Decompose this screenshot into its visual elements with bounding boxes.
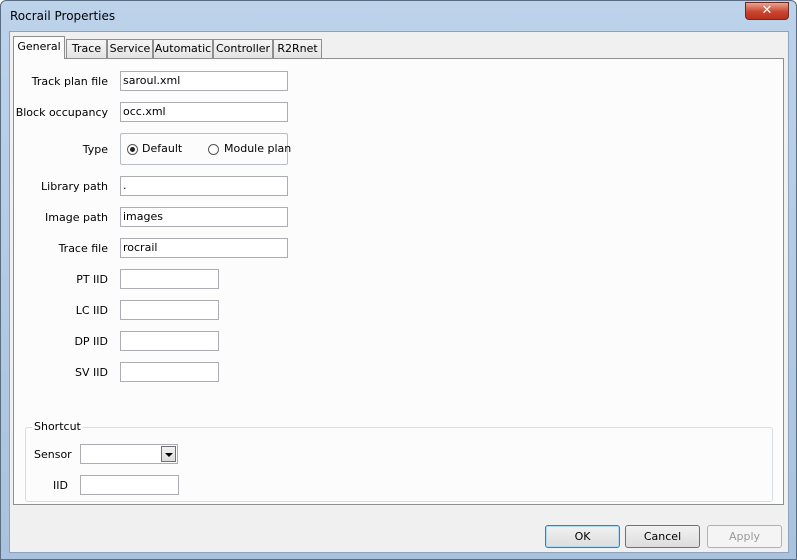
tab-service[interactable]: Service [107, 39, 153, 58]
cancel-button[interactable]: Cancel [625, 525, 700, 548]
chevron-down-icon[interactable] [161, 446, 176, 462]
tab-label: Automatic [154, 42, 212, 55]
shortcut-iid-input[interactable] [80, 475, 179, 495]
window-title: Rocrail Properties [10, 9, 116, 23]
lc-iid-input[interactable] [120, 300, 219, 320]
tab-label: Trace [71, 42, 102, 55]
tab-label: General [17, 40, 61, 53]
tab-label: R2Rnet [277, 42, 318, 55]
title-bar[interactable]: Rocrail Properties ✕ [1, 1, 796, 31]
type-default-label[interactable]: Default [142, 142, 182, 155]
sv-iid-label: SV IID [75, 366, 108, 379]
sv-iid-input[interactable] [120, 362, 219, 382]
pt-iid-input[interactable] [120, 269, 219, 289]
library-path-label: Library path [41, 180, 108, 193]
tab-general[interactable]: General [13, 36, 65, 59]
type-label: Type [82, 143, 108, 156]
tab-r2rnet[interactable]: R2Rnet [273, 39, 322, 58]
track-plan-file-input[interactable]: saroul.xml [120, 71, 288, 91]
dp-iid-label: DP IID [74, 335, 108, 348]
trace-file-input[interactable]: rocrail [120, 238, 288, 258]
pt-iid-label: PT IID [76, 273, 108, 286]
close-icon: ✕ [761, 3, 773, 18]
iid-label: IID [53, 479, 68, 492]
block-occupancy-input[interactable]: occ.xml [120, 102, 288, 122]
block-occupancy-label: Block occupancy [15, 106, 108, 119]
sensor-label: Sensor [34, 448, 72, 461]
image-path-label: Image path [45, 211, 108, 224]
type-radio-group: Default Module plan [120, 133, 291, 165]
dp-iid-input[interactable] [120, 331, 219, 351]
tab-controller[interactable]: Controller [213, 39, 273, 58]
shortcut-group-title: Shortcut [32, 420, 83, 433]
type-module-plan-label[interactable]: Module plan [224, 142, 291, 155]
general-tab-panel: Track plan file saroul.xml Block occupan… [13, 58, 784, 505]
tab-label: Service [109, 42, 151, 55]
image-path-input[interactable]: images [120, 207, 288, 227]
properties-dialog: Rocrail Properties ✕ General Trace Servi… [0, 0, 797, 560]
track-plan-file-label: Track plan file [31, 75, 108, 88]
sensor-combobox[interactable] [80, 444, 178, 464]
library-path-input[interactable]: . [120, 176, 288, 196]
close-button[interactable]: ✕ [745, 2, 789, 20]
lc-iid-label: LC IID [75, 304, 108, 317]
type-module-plan-radio[interactable] [208, 144, 219, 155]
shortcut-group: Shortcut Sensor IID [25, 420, 773, 502]
dialog-client-area: General Trace Service Automatic Controll… [9, 31, 789, 553]
apply-button[interactable]: Apply [707, 525, 782, 548]
trace-file-label: Trace file [58, 242, 108, 255]
tab-trace[interactable]: Trace [66, 39, 107, 58]
tab-label: Controller [215, 42, 271, 55]
type-default-radio[interactable] [127, 144, 138, 155]
tab-automatic[interactable]: Automatic [153, 39, 213, 58]
ok-button[interactable]: OK [545, 525, 620, 548]
